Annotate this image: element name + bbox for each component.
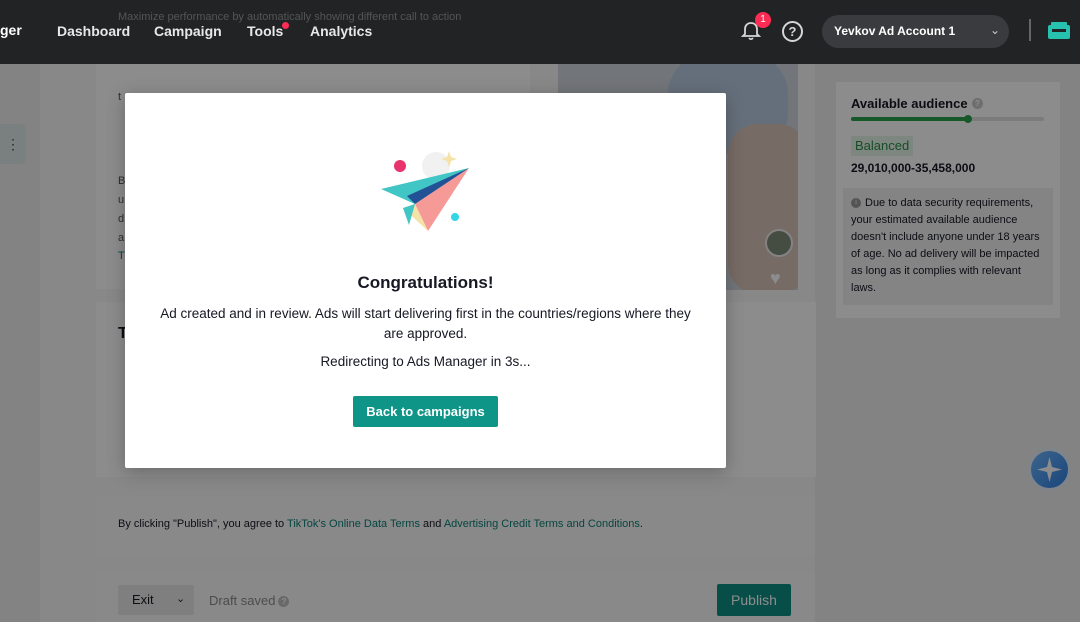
- brand-name[interactable]: ger: [0, 22, 22, 38]
- call-to-action-description: Maximize performance by automatically sh…: [118, 11, 462, 23]
- dialog-title: Congratulations!: [357, 273, 494, 292]
- nav-analytics[interactable]: Analytics: [310, 23, 372, 39]
- account-switcher[interactable]: Yevkov Ad Account 1 ⌄: [822, 15, 1009, 48]
- chevron-down-icon: ⌄: [990, 23, 1001, 37]
- help-icon[interactable]: ?: [782, 21, 803, 42]
- divider: [1029, 19, 1031, 41]
- account-name: Yevkov Ad Account 1: [834, 24, 956, 38]
- back-to-campaigns-button[interactable]: Back to campaigns: [353, 396, 498, 427]
- shop-icon[interactable]: [1047, 21, 1071, 41]
- redirect-countdown: Redirecting to Ads Manager in 3s...: [320, 354, 531, 369]
- paper-plane-illustration-icon: [381, 151, 469, 231]
- dialog-message: Ad created and in review. Ads will start…: [160, 306, 691, 341]
- notification-badge: 1: [755, 12, 771, 28]
- success-dialog: Congratulations! Ad created and in revie…: [125, 93, 726, 468]
- nav-dashboard[interactable]: Dashboard: [57, 23, 130, 39]
- nav-tools[interactable]: Tools: [247, 23, 283, 39]
- nav-campaign[interactable]: Campaign: [154, 23, 222, 39]
